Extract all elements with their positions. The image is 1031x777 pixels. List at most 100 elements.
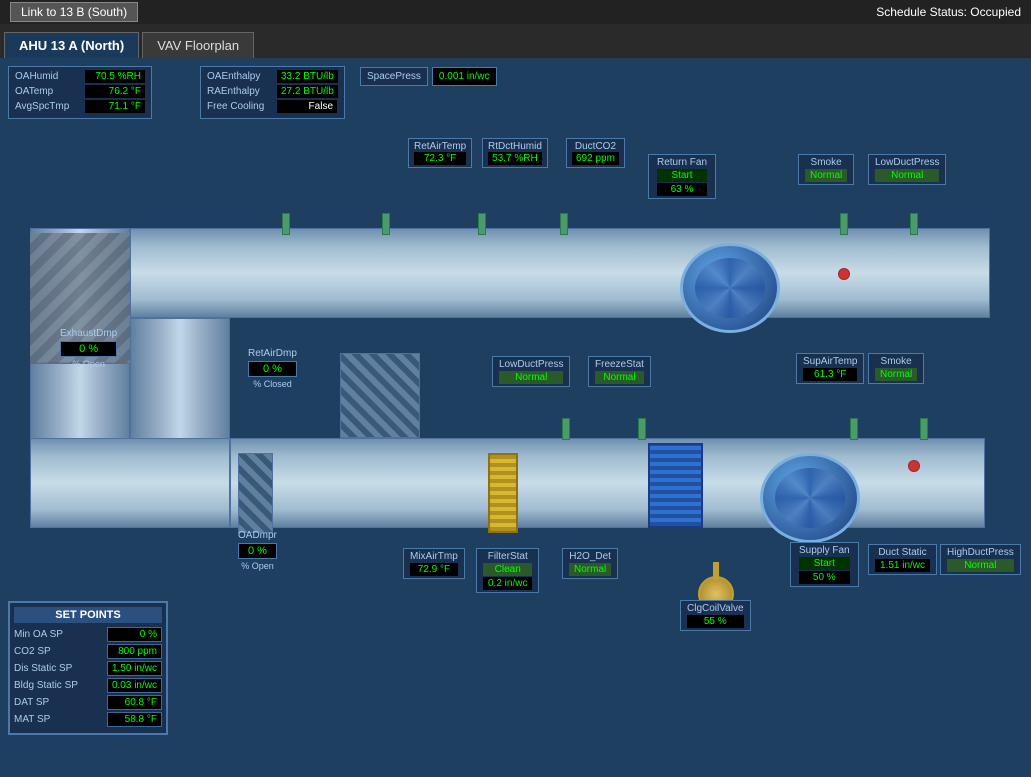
mixairtmp-value: 72.9 °F	[410, 563, 458, 576]
supairtemp-value: 61.3 °F	[803, 368, 857, 381]
return-damper-visual	[340, 353, 420, 438]
smoke-lower-label: Smoke	[875, 356, 917, 367]
sp-name-1: CO2 SP	[14, 646, 94, 657]
probe-lower-2	[638, 418, 646, 440]
lowductpress-upper-value: Normal	[875, 169, 939, 182]
sp-val-5: 58.8 °F	[107, 712, 162, 727]
ductco2-label: DuctCO2	[572, 141, 619, 152]
mixairtmp-label: MixAirTmp	[410, 551, 458, 562]
avgspctemp-label: AvgSpcTmp	[15, 101, 85, 112]
setpoints-title: SET POINTS	[14, 607, 162, 623]
supply-fan-blades	[775, 468, 845, 528]
smoke-lower-value: Normal	[875, 368, 917, 381]
h2odet-label: H2O_Det	[569, 551, 611, 562]
tab-ahu13a[interactable]: AHU 13 A (North)	[4, 32, 139, 58]
spacepress-label: SpacePress	[360, 67, 428, 86]
rtducthumid-value: 53.7 %RH	[488, 152, 542, 165]
h2odet-box: H2O_Det Normal	[562, 548, 618, 579]
link-to-13b[interactable]: Link to 13 B (South)	[10, 2, 138, 22]
filter-visual	[488, 453, 518, 533]
filterstat-value: Clean	[483, 563, 532, 576]
retairdmp-sub: % Closed	[248, 379, 297, 389]
raenthalpy-value: 27.2 BTU/lb	[277, 85, 338, 98]
sp-val-2: 1.50 in/wc	[107, 661, 162, 676]
ductstatic-box: Duct Static 1.51 in/wc	[868, 544, 937, 575]
oahumid-label: OAHumid	[15, 71, 85, 82]
freecooling-value: False	[277, 100, 337, 113]
filterstat-box: FilterStat Clean 0.2 in/wc	[476, 548, 539, 593]
mixairtmp-box: MixAirTmp 72.9 °F	[403, 548, 465, 579]
bottom-left-duct	[30, 438, 230, 528]
highductpress-box: HighDuctPress Normal	[940, 544, 1021, 575]
supplyfan-status: Start	[799, 557, 850, 570]
clgcoilvalve-box: ClgCoilValve 55 %	[680, 600, 751, 631]
clgcoilvalve-label: ClgCoilValve	[687, 603, 744, 614]
lowductpress-upper-box: LowDuctPress Normal	[868, 154, 946, 185]
sp-name-0: Min OA SP	[14, 629, 94, 640]
freezestat-box: FreezeStat Normal	[588, 356, 651, 387]
supplyfan-box[interactable]: Supply Fan Start 50 %	[790, 542, 859, 587]
exhaustdmp-sub: % Open	[60, 359, 117, 369]
oa-damper-visual	[238, 453, 273, 533]
sp-val-3: 0.03 in/wc	[107, 678, 162, 693]
highductpress-value: Normal	[947, 559, 1014, 572]
lowductpress-upper-label: LowDuctPress	[875, 157, 939, 168]
oadmpr-label: OADmpr	[238, 530, 277, 541]
avgspctemp-value: 71.1 °F	[85, 100, 145, 113]
retairtemp-value: 72.3 °F	[414, 152, 466, 165]
probe-1	[282, 213, 290, 235]
supairtemp-box: SupAirTemp 61.3 °F	[796, 353, 864, 384]
oatemp-value: 76.2 °F	[85, 85, 145, 98]
oadmpr-sub: % Open	[238, 561, 277, 571]
lowductpress-mid-label: LowDuctPress	[499, 359, 563, 370]
retairdmp-container: RetAirDmp 0 % % Closed	[248, 348, 297, 389]
probe-2	[382, 213, 390, 235]
sp-row-3: Bldg Static SP 0.03 in/wc	[14, 678, 162, 693]
retairdmp-label: RetAirDmp	[248, 348, 297, 359]
returnfan-percent: 63 %	[657, 183, 707, 196]
oadmpr-value: 0 %	[238, 543, 277, 559]
upper-return-duct	[130, 228, 990, 318]
oahumid-value: 70.5 %RH	[85, 70, 145, 83]
sp-val-4: 60.8 °F	[107, 695, 162, 710]
probe-4	[560, 213, 568, 235]
clgcoilvalve-value: 55 %	[687, 615, 744, 628]
rtducthumid-label: RtDctHumid	[488, 141, 542, 152]
spacepress-value: 0.001 in/wc	[432, 67, 497, 86]
top-bar: Link to 13 B (South) Schedule Status: Oc…	[0, 0, 1031, 24]
sp-row-0: Min OA SP 0 %	[14, 627, 162, 642]
raenthalpy-label: RAEnthalpy	[207, 86, 277, 97]
lowductpress-mid-box: LowDuctPress Normal	[492, 356, 570, 387]
smoke-probe-lower	[908, 460, 920, 472]
enthalpy-panel: OAEnthalpy 33.2 BTU/lb RAEnthalpy 27.2 B…	[200, 66, 345, 119]
lower-supply-duct	[230, 438, 985, 528]
filterstat-label: FilterStat	[483, 551, 532, 562]
rtducthumid-box: RtDctHumid 53.7 %RH	[482, 138, 548, 168]
probe-lower-4	[920, 418, 928, 440]
returnfan-title: Return Fan	[657, 157, 707, 168]
sp-row-4: DAT SP 60.8 °F	[14, 695, 162, 710]
retairdmp-value: 0 %	[248, 361, 297, 377]
ductstatic-label: Duct Static	[875, 547, 930, 558]
exhaustdmp-container: ExhaustDmp 0 % % Open	[60, 328, 117, 369]
supplyfan-title: Supply Fan	[799, 545, 850, 556]
tab-vav[interactable]: VAV Floorplan	[142, 32, 254, 58]
smoke-lower-box: Smoke Normal	[868, 353, 924, 384]
return-fan-blades	[695, 258, 765, 318]
sp-val-0: 0 %	[107, 627, 162, 642]
valve-stem	[713, 562, 719, 580]
spacepress-container: SpacePress 0.001 in/wc	[360, 67, 497, 86]
supairtemp-label: SupAirTemp	[803, 356, 857, 367]
sp-row-2: Dis Static SP 1.50 in/wc	[14, 661, 162, 676]
returnfan-box[interactable]: Return Fan Start 63 %	[648, 154, 716, 199]
smoke-probe-upper	[838, 268, 850, 280]
retairtemp-label: RetAirTemp	[414, 141, 466, 152]
smoke-upper-label: Smoke	[805, 157, 847, 168]
freecooling-label: Free Cooling	[207, 101, 277, 112]
probe-5	[840, 213, 848, 235]
highductpress-label: HighDuctPress	[947, 547, 1014, 558]
smoke-upper-value: Normal	[805, 169, 847, 182]
freezestat-value: Normal	[595, 371, 644, 384]
smoke-upper-box: Smoke Normal	[798, 154, 854, 185]
probe-lower-1	[562, 418, 570, 440]
